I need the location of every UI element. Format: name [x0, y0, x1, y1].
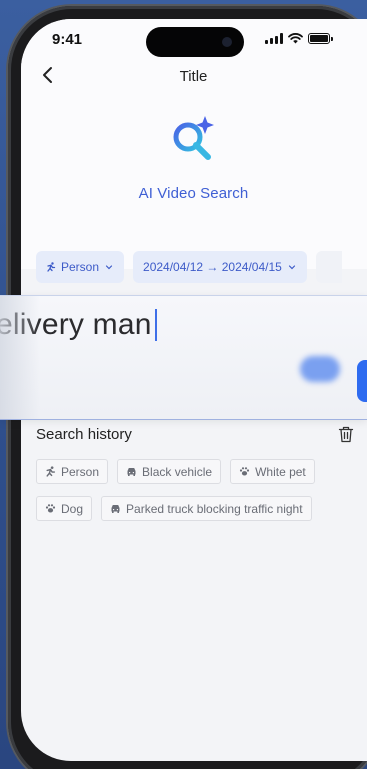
history-tag-person[interactable]: Person	[36, 459, 109, 484]
history-tag-white-pet[interactable]: White pet	[230, 459, 315, 484]
history-tag-black-vehicle[interactable]: Black vehicle	[117, 459, 222, 484]
history-tag-parked-truck[interactable]: Parked truck blocking traffic night	[101, 496, 312, 521]
car-icon	[127, 468, 136, 476]
running-person-icon	[47, 262, 56, 272]
paw-icon	[45, 504, 56, 513]
more-filter[interactable]	[315, 251, 342, 283]
status-time: 9:41	[52, 31, 83, 48]
app-name: AI Video Search	[138, 185, 249, 202]
history-tag-label: White pet	[255, 464, 306, 479]
blur-overlay	[0, 296, 40, 419]
date-range-filter[interactable]: 2024/04/12 → 2024/04/15	[133, 251, 307, 283]
blurred-button	[300, 356, 340, 382]
history-title: Search history	[36, 426, 132, 443]
trash-icon[interactable]	[338, 426, 354, 443]
filter-bar: Person 2024/04/12 → 2024/04/15	[36, 251, 342, 283]
paw-icon	[239, 467, 250, 476]
battery-icon	[308, 33, 333, 44]
running-person-icon	[46, 466, 56, 477]
chevron-down-icon	[288, 265, 295, 270]
person-filter[interactable]: Person	[36, 251, 125, 283]
history-tag-label: Parked truck blocking traffic night	[126, 501, 303, 516]
history-tag-label: Person	[61, 464, 100, 479]
person-filter-label: Person	[61, 260, 100, 274]
history-tags: Person Black vehicle White pet Dog Parke…	[36, 459, 336, 521]
history-tag-label: Black vehicle	[142, 464, 213, 479]
history-tag-dog[interactable]: Dog	[36, 496, 93, 521]
search-input-zoom[interactable]: elivery man	[0, 295, 367, 420]
nav-title: Title	[179, 68, 208, 85]
search-button[interactable]	[357, 360, 367, 402]
ai-search-sparkle-icon	[173, 116, 214, 160]
signal-icon	[265, 33, 283, 44]
status-icons	[265, 33, 333, 44]
car-icon	[111, 505, 120, 513]
chevron-down-icon	[105, 265, 113, 270]
text-cursor	[154, 309, 157, 341]
dynamic-island	[146, 27, 244, 57]
date-range-label: 2024/04/12 → 2024/04/15	[143, 260, 282, 274]
history-tag-label: Dog	[61, 501, 84, 516]
wifi-icon	[288, 33, 303, 44]
history-header: Search history	[36, 426, 354, 443]
